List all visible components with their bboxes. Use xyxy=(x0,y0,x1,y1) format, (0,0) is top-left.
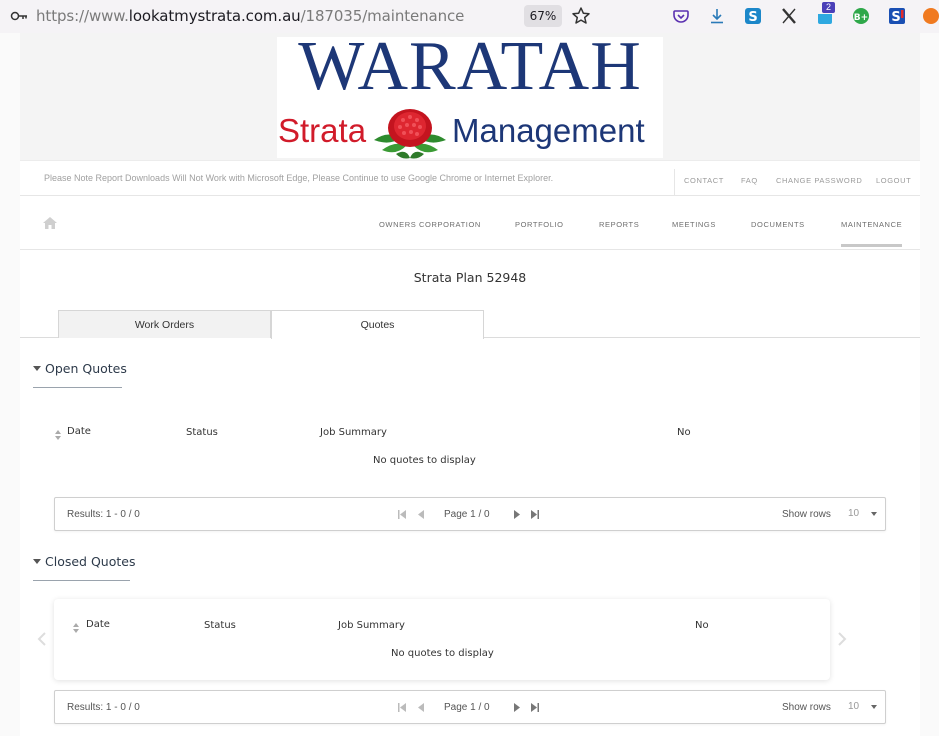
extension-count-badge: 2 xyxy=(822,2,835,13)
utility-divider xyxy=(674,169,675,197)
rows-per-page-value: 10 xyxy=(848,701,860,712)
page-margin-left xyxy=(0,33,20,736)
next-page-icon[interactable] xyxy=(513,703,521,712)
closed-quotes-underline xyxy=(33,580,130,581)
last-page-icon[interactable] xyxy=(531,510,539,519)
closed-col-status[interactable]: Status xyxy=(204,620,236,631)
logo-management-text: Management xyxy=(452,112,645,149)
sort-icon[interactable] xyxy=(55,430,61,440)
open-col-date[interactable]: Date xyxy=(67,426,91,437)
next-page-icon[interactable] xyxy=(513,510,521,519)
prev-page-icon[interactable] xyxy=(417,510,425,519)
open-col-no[interactable]: No xyxy=(677,427,691,438)
bookmark-star-icon[interactable] xyxy=(571,6,591,26)
rows-per-page-select[interactable]: 10 xyxy=(843,504,883,524)
rows-per-page-select[interactable]: 10 xyxy=(843,697,883,717)
last-page-icon[interactable] xyxy=(531,703,539,712)
skype-s-icon[interactable]: S xyxy=(743,6,763,26)
caret-down-icon xyxy=(871,705,877,709)
s-extension-icon[interactable]: S xyxy=(887,6,907,26)
logo-title: WARATAH xyxy=(298,28,642,105)
pocket-icon[interactable] xyxy=(671,6,691,26)
first-page-icon[interactable] xyxy=(398,703,406,712)
page-indicator: Page 1 / 0 xyxy=(444,509,490,520)
nav-documents[interactable]: DOCUMENTS xyxy=(751,220,805,229)
nav-meetings[interactable]: MEETINGS xyxy=(672,220,716,229)
nav-owners-corporation[interactable]: OWNERS CORPORATION xyxy=(379,220,481,229)
closed-quotes-toggle[interactable]: Closed Quotes xyxy=(33,554,135,569)
address-bar[interactable]: https://www.lookatmystrata.com.au/187035… xyxy=(36,7,464,25)
url-prefix: https://www. xyxy=(36,7,129,25)
key-icon[interactable] xyxy=(10,8,28,24)
svg-text:B+: B+ xyxy=(854,13,868,23)
tab-work-orders[interactable]: Work Orders xyxy=(58,310,271,338)
page-title: Strata Plan 52948 xyxy=(413,270,527,285)
open-quotes-toggle[interactable]: Open Quotes xyxy=(33,361,127,376)
first-page-icon[interactable] xyxy=(398,510,406,519)
closed-col-job-summary[interactable]: Job Summary xyxy=(338,620,405,631)
page-indicator: Page 1 / 0 xyxy=(444,702,490,713)
results-count: Results: 1 - 0 / 0 xyxy=(67,509,140,520)
x-extension-icon[interactable] xyxy=(779,6,799,26)
chevron-right-icon[interactable] xyxy=(837,631,847,647)
open-quotes-pager: Results: 1 - 0 / 0 Page 1 / 0 Show rows … xyxy=(54,497,886,531)
logo-strata-text: Strata xyxy=(278,112,367,149)
closed-quotes-title: Closed Quotes xyxy=(45,554,136,569)
closed-col-no[interactable]: No xyxy=(695,620,709,631)
rows-per-page-value: 10 xyxy=(848,508,860,519)
logout-link[interactable]: LOGOUT xyxy=(876,176,911,185)
svg-text:S: S xyxy=(891,10,900,25)
results-count: Results: 1 - 0 / 0 xyxy=(67,702,140,713)
caret-down-icon xyxy=(33,366,41,371)
active-nav-indicator xyxy=(841,244,902,247)
open-quotes-title: Open Quotes xyxy=(45,361,127,376)
waratah-flower-icon xyxy=(374,109,446,159)
open-col-job-summary[interactable]: Job Summary xyxy=(320,427,387,438)
tab-quotes[interactable]: Quotes xyxy=(271,310,484,339)
page-margin-right xyxy=(920,33,939,736)
open-quotes-empty: No quotes to display xyxy=(373,455,476,466)
caret-down-icon xyxy=(33,559,41,564)
faq-link[interactable]: FAQ xyxy=(741,176,758,185)
main-nav: OWNERS CORPORATION PORTFOLIO REPORTS MEE… xyxy=(20,196,920,250)
home-icon[interactable] xyxy=(43,217,57,229)
nav-maintenance[interactable]: MAINTENANCE xyxy=(841,220,902,229)
closed-quotes-pager: Results: 1 - 0 / 0 Page 1 / 0 Show rows … xyxy=(54,690,886,724)
url-path: /187035/maintenance xyxy=(300,7,465,25)
chevron-left-icon[interactable] xyxy=(37,631,47,647)
closed-quotes-empty: No quotes to display xyxy=(391,648,494,659)
change-password-link[interactable]: CHANGE PASSWORD xyxy=(776,176,862,185)
open-quotes-underline xyxy=(33,387,122,388)
sort-icon[interactable] xyxy=(73,623,79,633)
grammar-b-plus-icon[interactable]: B+ xyxy=(851,6,871,26)
prev-page-icon[interactable] xyxy=(417,703,425,712)
zoom-level-button[interactable]: 67% xyxy=(524,5,562,27)
nav-portfolio[interactable]: PORTFOLIO xyxy=(515,220,564,229)
show-rows-label: Show rows xyxy=(782,702,831,713)
rss-extension-icon[interactable] xyxy=(921,6,939,26)
show-rows-label: Show rows xyxy=(782,509,831,520)
caret-down-icon xyxy=(871,512,877,516)
closed-quotes-table xyxy=(54,599,830,680)
svg-text:S: S xyxy=(748,10,757,25)
nav-reports[interactable]: REPORTS xyxy=(599,220,639,229)
download-icon[interactable] xyxy=(707,6,727,26)
url-domain: lookatmystrata.com.au xyxy=(128,7,301,25)
contact-link[interactable]: CONTACT xyxy=(684,176,724,185)
utility-bar: Please Note Report Downloads Will Not Wo… xyxy=(20,160,920,197)
browser-notice: Please Note Report Downloads Will Not Wo… xyxy=(44,173,554,183)
closed-col-date[interactable]: Date xyxy=(86,619,110,630)
open-col-status[interactable]: Status xyxy=(186,427,218,438)
